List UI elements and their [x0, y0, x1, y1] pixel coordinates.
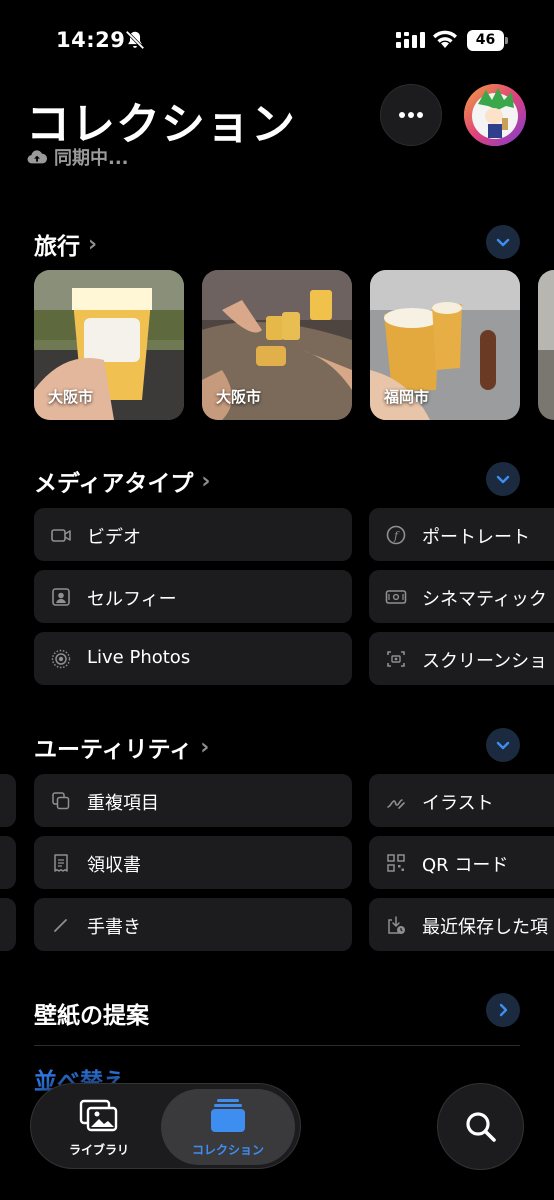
search-icon [465, 1111, 496, 1142]
media-type-label: Live Photos [87, 647, 191, 668]
video-icon [51, 529, 71, 542]
wallpaper-section-header[interactable]: 壁紙の提案 [34, 996, 149, 1030]
recently-saved-icon [388, 916, 405, 934]
selfie-icon [52, 588, 70, 606]
more-options-button[interactable] [380, 84, 442, 146]
utility-receipts[interactable]: 領収書 [34, 836, 352, 889]
media-type-label: スクリーンショ [422, 651, 548, 672]
divider [34, 1045, 520, 1046]
media-type-selfie[interactable]: セルフィー [34, 570, 352, 623]
utility-qr-code[interactable]: QR コード [369, 836, 554, 889]
chevron-down-icon [496, 475, 510, 484]
utility-label: 最近保存した項 [422, 917, 548, 938]
screenshot-icon [387, 651, 405, 667]
trips-carousel[interactable]: 大阪市 大阪市 福岡市 [34, 270, 554, 420]
trips-section-title: 旅行 [34, 234, 80, 260]
sync-status: 同期中... [26, 144, 129, 170]
status-time: 14:29 [56, 28, 126, 52]
tab-library-label: ライブラリ [68, 1143, 129, 1157]
trip-card[interactable] [538, 270, 554, 420]
media-type-cinematic[interactable]: シネマティック [369, 570, 554, 623]
trip-card-label: 大阪市 [216, 388, 262, 406]
media-type-screenshot[interactable]: スクリーンショ [369, 632, 554, 685]
utility-illustration[interactable]: イラスト [369, 774, 554, 827]
trip-photo [538, 270, 554, 420]
trip-card[interactable]: 大阪市 [34, 270, 184, 420]
utility-label: 手書き [87, 917, 141, 938]
svg-text:f: f [393, 530, 400, 543]
trip-card[interactable]: 大阪市 [202, 270, 352, 420]
media-type-label: シネマティック [422, 589, 547, 610]
cellular-signal-icon [396, 32, 425, 48]
utilities-collapse-button[interactable] [486, 728, 520, 762]
photo-library-icon [79, 1099, 118, 1132]
chevron-down-icon [496, 238, 510, 247]
bell-slash-icon [125, 30, 145, 50]
status-bar: 14:29 46 [0, 0, 554, 80]
trip-card-label: 福岡市 [384, 388, 430, 406]
handwriting-icon [54, 919, 67, 932]
media-types-section-header[interactable]: メディアタイプ › [34, 464, 210, 498]
trips-section-header[interactable]: 旅行 › [34, 227, 97, 261]
battery-icon: 46 [467, 30, 509, 51]
trip-card-label: 大阪市 [48, 388, 94, 406]
chevron-right-icon [499, 1003, 508, 1017]
trips-collapse-button[interactable] [486, 225, 520, 259]
media-type-label: ポートレート [422, 527, 530, 548]
search-button[interactable] [437, 1083, 524, 1170]
utility-label: QR コード [422, 855, 509, 876]
cinematic-icon [385, 590, 407, 604]
utility-handwriting[interactable]: 手書き [34, 898, 352, 951]
utility-tile-partial[interactable] [0, 774, 16, 827]
wallpaper-section-title: 壁紙の提案 [34, 1003, 149, 1029]
utility-tile-partial[interactable] [0, 836, 16, 889]
tab-bar: ライブラリ コレクション [30, 1083, 301, 1169]
illustration-icon [387, 799, 405, 809]
media-types-collapse-button[interactable] [486, 462, 520, 496]
tab-library[interactable]: ライブラリ [37, 1089, 161, 1165]
media-type-video[interactable]: ビデオ [34, 508, 352, 561]
chevron-down-icon [496, 741, 510, 750]
sync-status-text: 同期中... [54, 148, 129, 169]
avatar-image [464, 84, 526, 146]
utility-recently-saved[interactable]: 最近保存した項 [369, 898, 554, 951]
utilities-section-title: ユーティリティ [34, 737, 193, 763]
battery-level: 46 [475, 32, 496, 48]
utility-duplicates[interactable]: 重複項目 [34, 774, 352, 827]
chevron-right-icon: › [88, 231, 98, 257]
chevron-right-icon: › [201, 468, 211, 494]
tab-collection-label: コレクション [191, 1143, 264, 1157]
receipt-icon [54, 854, 68, 872]
trip-card[interactable]: 福岡市 [370, 270, 520, 420]
utilities-section-header[interactable]: ユーティリティ › [34, 730, 209, 764]
tab-collection[interactable]: コレクション [161, 1089, 295, 1165]
collection-icon [211, 1099, 245, 1132]
duplicates-icon [52, 792, 70, 810]
profile-avatar[interactable] [464, 84, 526, 146]
wallpaper-open-button[interactable] [486, 993, 520, 1027]
portrait-icon: f [386, 525, 406, 545]
page-title: コレクション [26, 99, 296, 150]
icloud-sync-icon [27, 150, 48, 164]
chevron-right-icon: › [200, 734, 210, 760]
utility-label: 領収書 [87, 855, 141, 876]
media-type-label: ビデオ [87, 527, 141, 548]
ellipsis-icon [399, 112, 423, 118]
utility-tile-partial[interactable] [0, 898, 16, 951]
utility-label: イラスト [422, 793, 494, 814]
media-type-live-photos[interactable]: Live Photos [34, 632, 352, 685]
media-type-portrait[interactable]: f ポートレート [369, 508, 554, 561]
qr-code-icon [387, 854, 405, 872]
utility-label: 重複項目 [87, 793, 159, 814]
media-types-section-title: メディアタイプ [34, 471, 194, 497]
wifi-icon [433, 30, 457, 48]
media-type-label: セルフィー [87, 589, 177, 610]
live-photos-icon [51, 649, 71, 669]
